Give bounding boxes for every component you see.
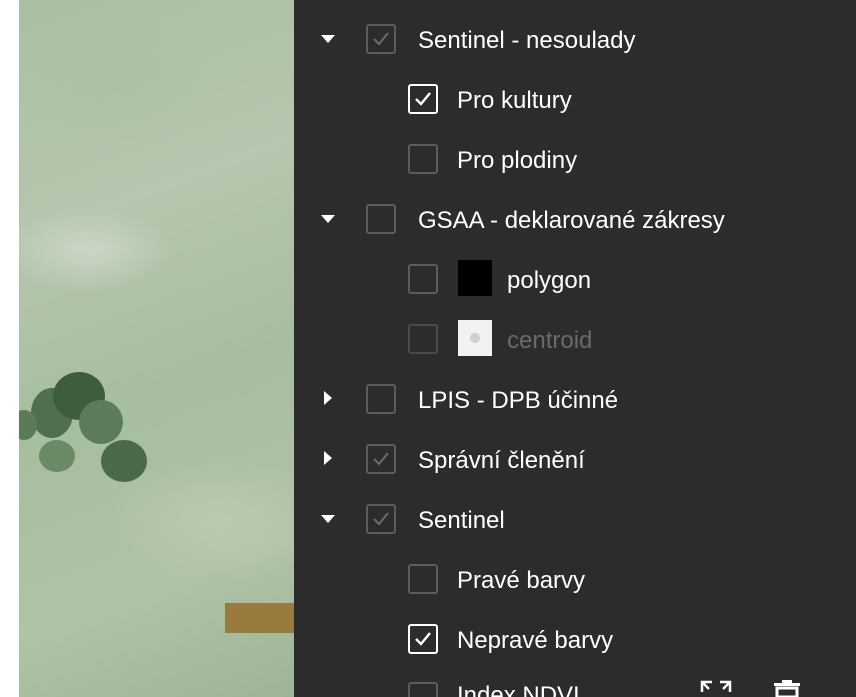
layer-checkbox[interactable] (366, 444, 396, 474)
expand-toggle[interactable] (321, 451, 337, 467)
layer-label: GSAA - deklarované zákresy (418, 207, 725, 234)
chevron-down-icon (321, 215, 335, 223)
layer-label: Nepravé barvy (457, 627, 614, 654)
layer-label: Pro plodiny (457, 147, 578, 174)
layer-checkbox[interactable] (408, 84, 438, 114)
chevron-down-icon (321, 515, 335, 523)
check-icon (373, 32, 389, 46)
tree-cluster (79, 400, 123, 444)
layer-label: Pravé barvy (457, 567, 586, 594)
layer-checkbox[interactable] (366, 24, 396, 54)
check-icon (373, 452, 389, 466)
delete-icon[interactable] (770, 680, 804, 697)
map-field-strip (225, 603, 294, 633)
layer-label: polygon (507, 267, 592, 294)
layer-checkbox[interactable] (408, 324, 438, 354)
layer-checkbox[interactable] (408, 564, 438, 594)
layer-label: Sentinel (418, 507, 505, 534)
tree-cluster (101, 440, 147, 482)
chevron-right-icon (324, 391, 332, 405)
expand-icon[interactable] (696, 678, 736, 697)
layer-checkbox[interactable] (408, 682, 438, 697)
check-icon (415, 632, 431, 646)
collapse-toggle[interactable] (321, 212, 337, 228)
legend-swatch (458, 320, 492, 356)
layer-checkbox[interactable] (408, 624, 438, 654)
layer-label: Index NDVI (457, 682, 580, 697)
expand-toggle[interactable] (321, 391, 337, 407)
tree-cluster (39, 440, 75, 472)
collapse-toggle[interactable] (321, 32, 337, 48)
layer-panel: Sentinel - nesoulady Pro kultury Pro plo… (294, 0, 856, 697)
layer-label: Sentinel - nesoulady (418, 27, 636, 54)
layer-checkbox[interactable] (366, 504, 396, 534)
chevron-down-icon (321, 35, 335, 43)
layer-checkbox[interactable] (408, 264, 438, 294)
map-view[interactable] (19, 0, 294, 697)
layer-label: LPIS - DPB účinné (418, 387, 619, 414)
layer-label: centroid (507, 327, 593, 354)
layer-checkbox[interactable] (366, 384, 396, 414)
layer-label: Pro kultury (457, 87, 572, 114)
legend-swatch (458, 260, 492, 296)
point-symbol-icon (470, 333, 480, 343)
chevron-right-icon (324, 451, 332, 465)
layer-label: Správní členění (418, 447, 585, 474)
layer-checkbox[interactable] (366, 204, 396, 234)
check-icon (415, 92, 431, 106)
collapse-toggle[interactable] (321, 512, 337, 528)
layer-checkbox[interactable] (408, 144, 438, 174)
check-icon (373, 512, 389, 526)
